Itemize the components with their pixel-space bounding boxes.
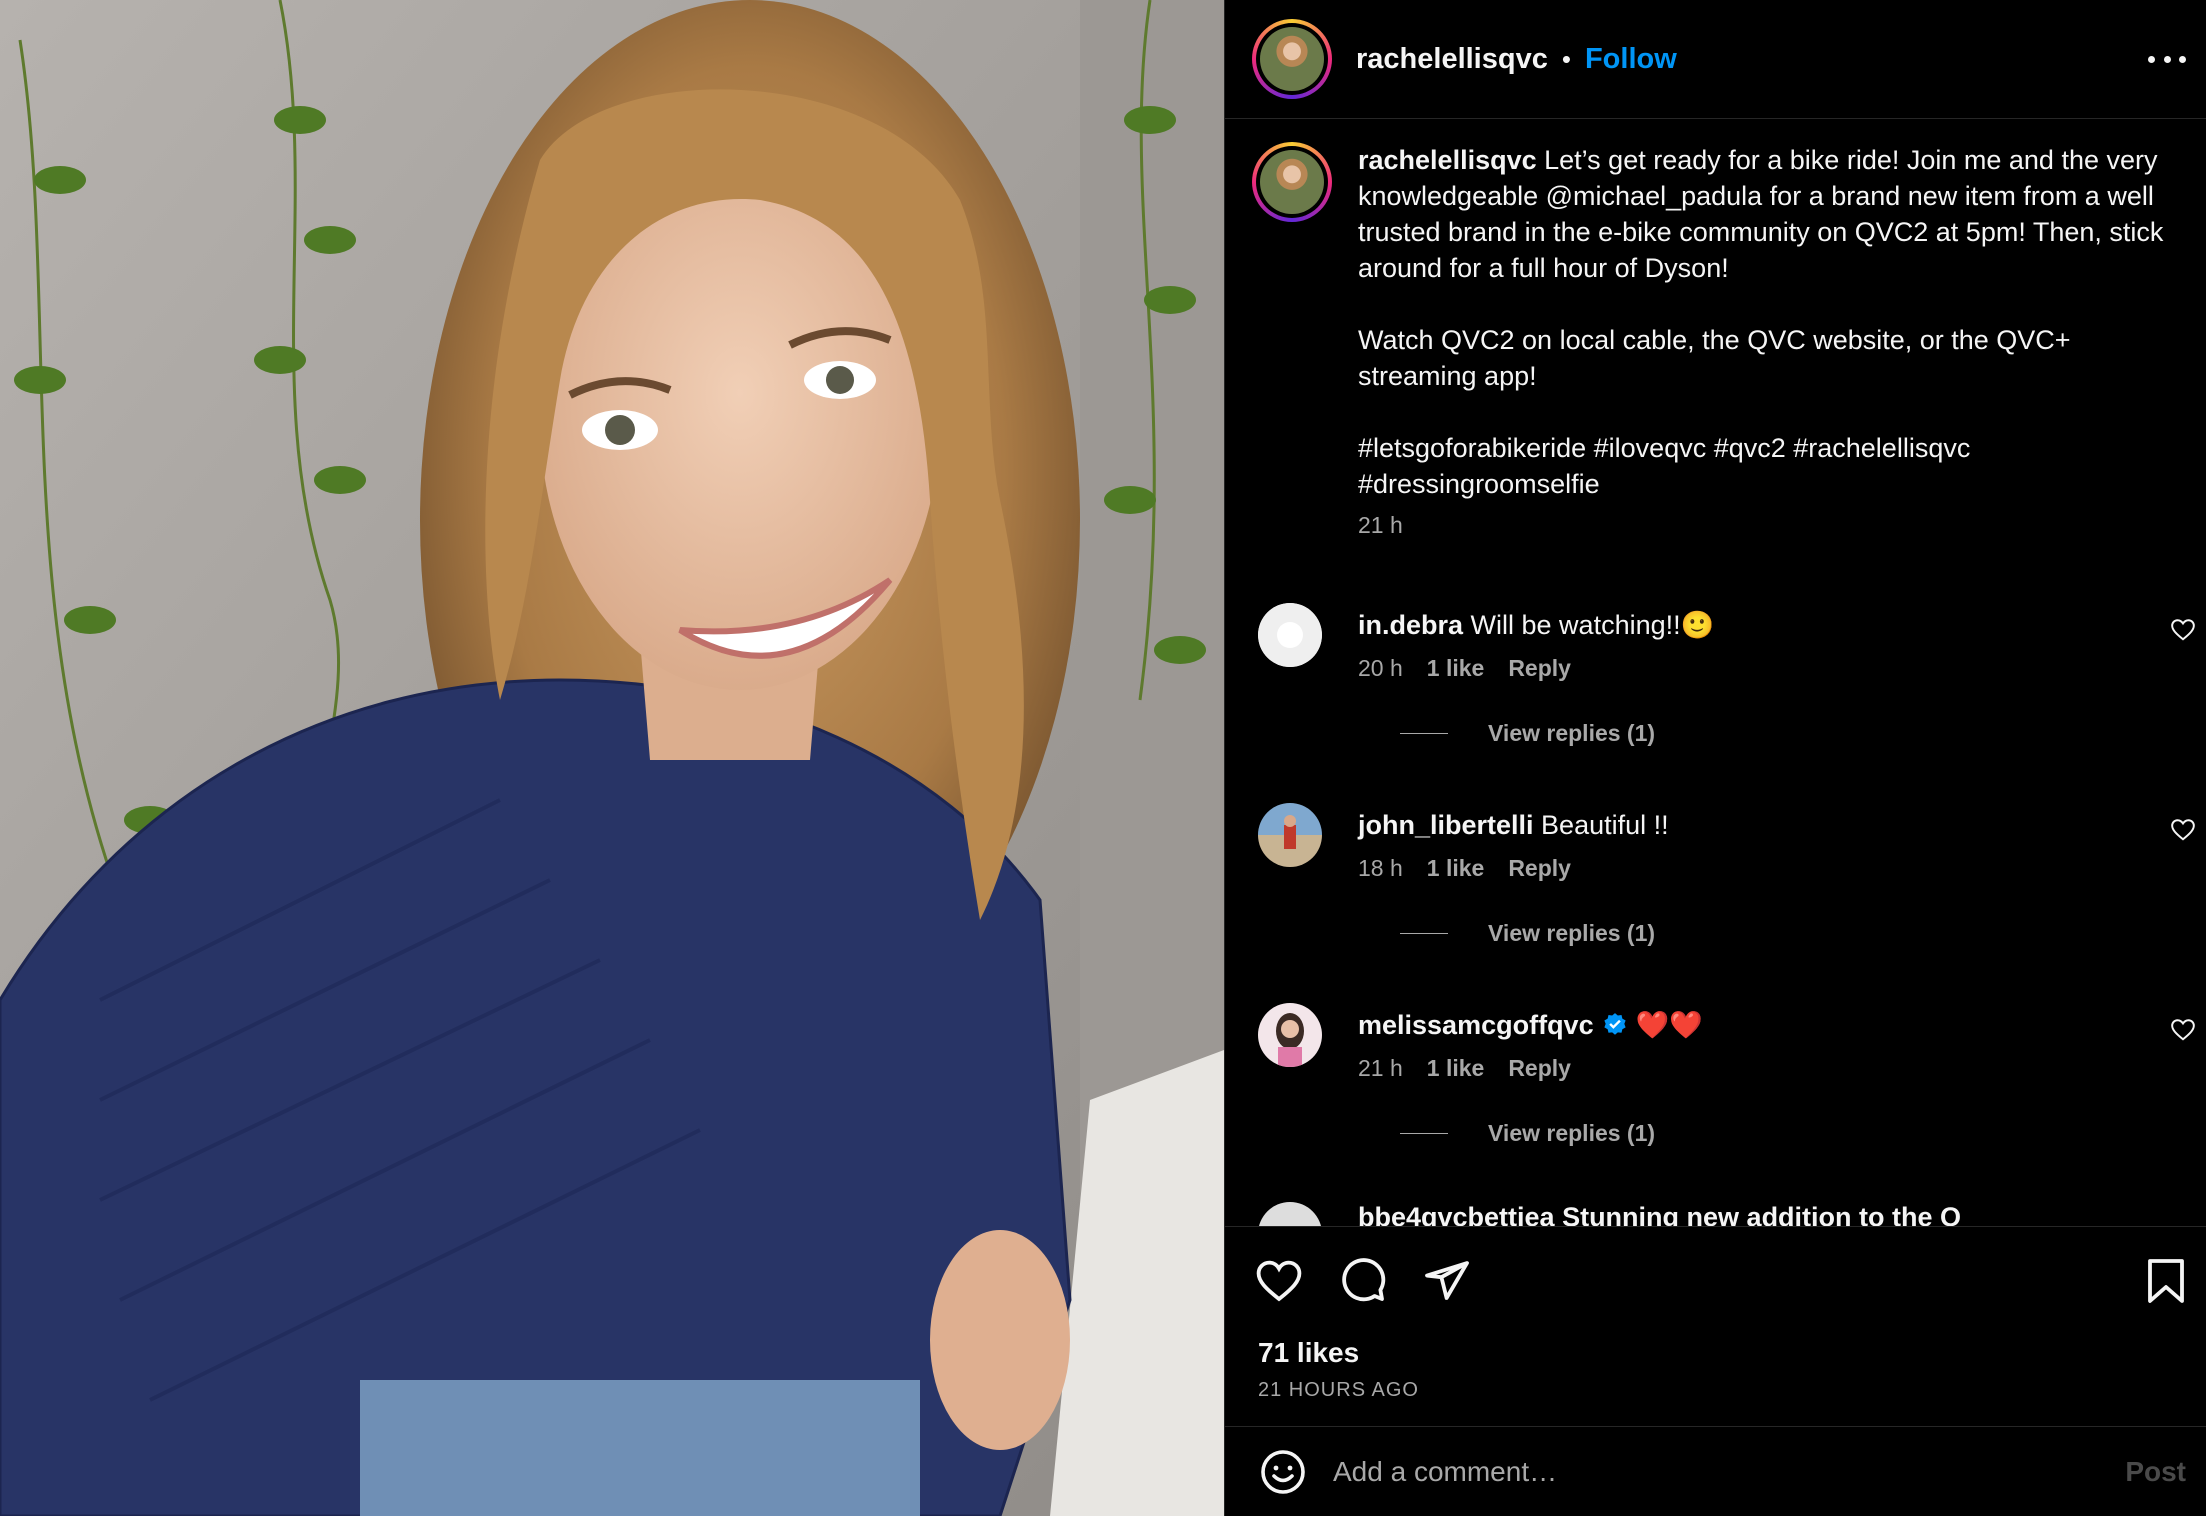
view-replies-label: View replies (1) — [1488, 1120, 1656, 1146]
header-separator: • — [1561, 43, 1571, 74]
view-replies-label: View replies (1) — [1488, 720, 1656, 746]
comments-scroll-area[interactable]: rachelellisqvc Let’s get ready for a bik… — [1225, 120, 2206, 1226]
caption-hashtags[interactable]: #letsgoforabikeride #iloveqvc #qvc2 #rac… — [1358, 430, 2172, 502]
commenter-username[interactable]: in.debra — [1358, 610, 1463, 640]
comment-like-icon[interactable] — [2170, 817, 2196, 843]
share-icon[interactable] — [1423, 1257, 1471, 1305]
post-detail-panel: rachelellisqvc • Follow rachelellisqvc L… — [1224, 0, 2206, 1516]
comment-icon[interactable] — [1339, 1257, 1387, 1305]
comment-likes[interactable]: 1 like — [1427, 655, 1485, 682]
follow-button[interactable]: Follow — [1585, 43, 1677, 76]
comment-text: ❤️❤️ — [1635, 1010, 1703, 1040]
view-replies-button[interactable]: View replies (1) — [1400, 920, 2188, 947]
view-replies-button[interactable]: View replies (1) — [1400, 1120, 2188, 1147]
view-replies-label: View replies (1) — [1488, 920, 1656, 946]
comment-text: Beautiful !! — [1541, 810, 1669, 840]
comment-likes[interactable]: 1 like — [1427, 1055, 1485, 1082]
post-timestamp[interactable]: 21 HOURS AGO — [1258, 1379, 1419, 1402]
commenter-avatar[interactable] — [1258, 1202, 1322, 1226]
view-replies-button[interactable]: View replies (1) — [1400, 720, 2188, 747]
caption-text-2: Watch QVC2 on local cable, the QVC websi… — [1358, 325, 2079, 391]
post-header: rachelellisqvc • Follow — [1225, 0, 2206, 119]
comment-like-icon[interactable] — [2170, 617, 2196, 643]
reply-button[interactable]: Reply — [1508, 1055, 1571, 1082]
comment-item: melissamcgoffqvc ❤️❤️ 21 h 1 like Reply V… — [1258, 1003, 2195, 1147]
commenter-username[interactable]: melissamcgoffqvc — [1358, 1010, 1594, 1040]
reply-button[interactable]: Reply — [1508, 655, 1571, 682]
comment-likes[interactable]: 1 like — [1427, 855, 1485, 882]
comment-item: john_libertelli Beautiful !! 18 h 1 like… — [1258, 803, 2195, 947]
more-icon[interactable] — [2148, 44, 2186, 74]
post-photo — [0, 0, 1224, 1516]
commenter-avatar[interactable] — [1258, 603, 1322, 667]
post-actions: 71 likes 21 HOURS AGO — [1225, 1226, 2206, 1426]
author-username[interactable]: rachelellisqvc — [1356, 43, 1548, 76]
caption-timestamp[interactable]: 21 h — [1358, 512, 2172, 539]
comment-time[interactable]: 18 h — [1358, 855, 1403, 882]
verified-badge-icon — [1603, 1013, 1626, 1035]
commenter-avatar[interactable] — [1258, 1003, 1322, 1067]
commenter-avatar[interactable] — [1258, 803, 1322, 867]
post-caption: rachelellisqvc Let’s get ready for a bik… — [1252, 142, 2172, 539]
reply-button[interactable]: Reply — [1508, 855, 1571, 882]
bookmark-icon[interactable] — [2144, 1257, 2188, 1305]
partial-comment-text: bbe4qvcbettiea Stunning new addition to … — [1358, 1202, 1962, 1226]
post-comment-button[interactable]: Post — [2125, 1456, 2186, 1488]
caption-avatar[interactable] — [1252, 142, 1332, 222]
commenter-username[interactable]: john_libertelli — [1358, 810, 1534, 840]
comment-text: Will be watching!!🙂 — [1470, 610, 1715, 640]
caption-username[interactable]: rachelellisqvc — [1358, 145, 1537, 175]
comment-like-icon[interactable] — [2170, 1017, 2196, 1043]
comment-composer: Post — [1225, 1426, 2206, 1516]
emoji-icon[interactable] — [1259, 1448, 1307, 1496]
heart-icon[interactable] — [1255, 1257, 1303, 1305]
comment-input[interactable] — [1333, 1455, 2126, 1488]
selfie-illustration — [0, 0, 1224, 1516]
author-avatar[interactable] — [1252, 19, 1332, 99]
comment-item: in.debra Will be watching!!🙂 20 h 1 like… — [1258, 603, 2195, 747]
likes-count[interactable]: 71 likes — [1258, 1337, 1359, 1369]
comment-time[interactable]: 20 h — [1358, 655, 1403, 682]
partial-comment: bbe4qvcbettiea Stunning new addition to … — [1258, 1202, 1961, 1226]
comment-time[interactable]: 21 h — [1358, 1055, 1403, 1082]
